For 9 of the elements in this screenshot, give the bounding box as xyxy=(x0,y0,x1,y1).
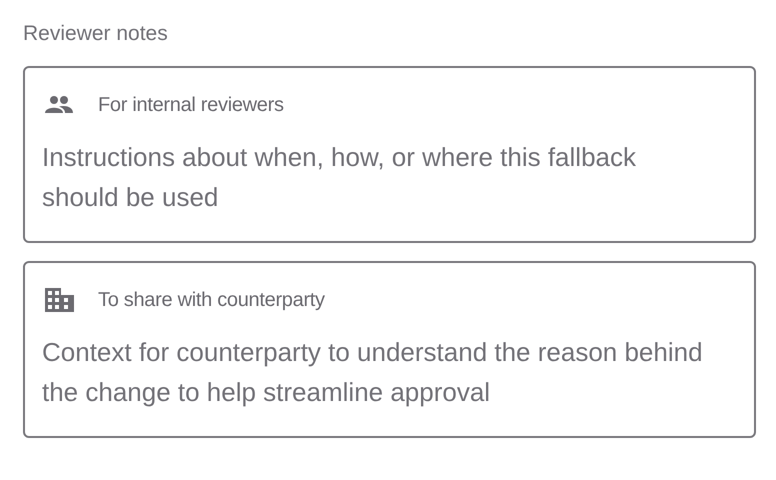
note-label: To share with counterparty xyxy=(98,288,325,313)
note-input[interactable]: Context for counterparty to understand the reason behind the change to help streamline approval xyxy=(42,332,704,414)
section-label: Reviewer notes xyxy=(23,21,169,47)
note-label: For internal reviewers xyxy=(98,93,284,118)
note-field[interactable]: To share with counterparty Context for counterparty to understand the reason behind the change to help streamline approval xyxy=(23,261,756,438)
people-icon xyxy=(44,95,74,115)
note-input[interactable]: Instructions about when, how, or where this fallback should be used xyxy=(42,137,704,219)
building-icon xyxy=(44,287,74,313)
note-field[interactable]: For internal reviewers Instructions about when, how, or where this fallback should be used xyxy=(23,66,756,243)
